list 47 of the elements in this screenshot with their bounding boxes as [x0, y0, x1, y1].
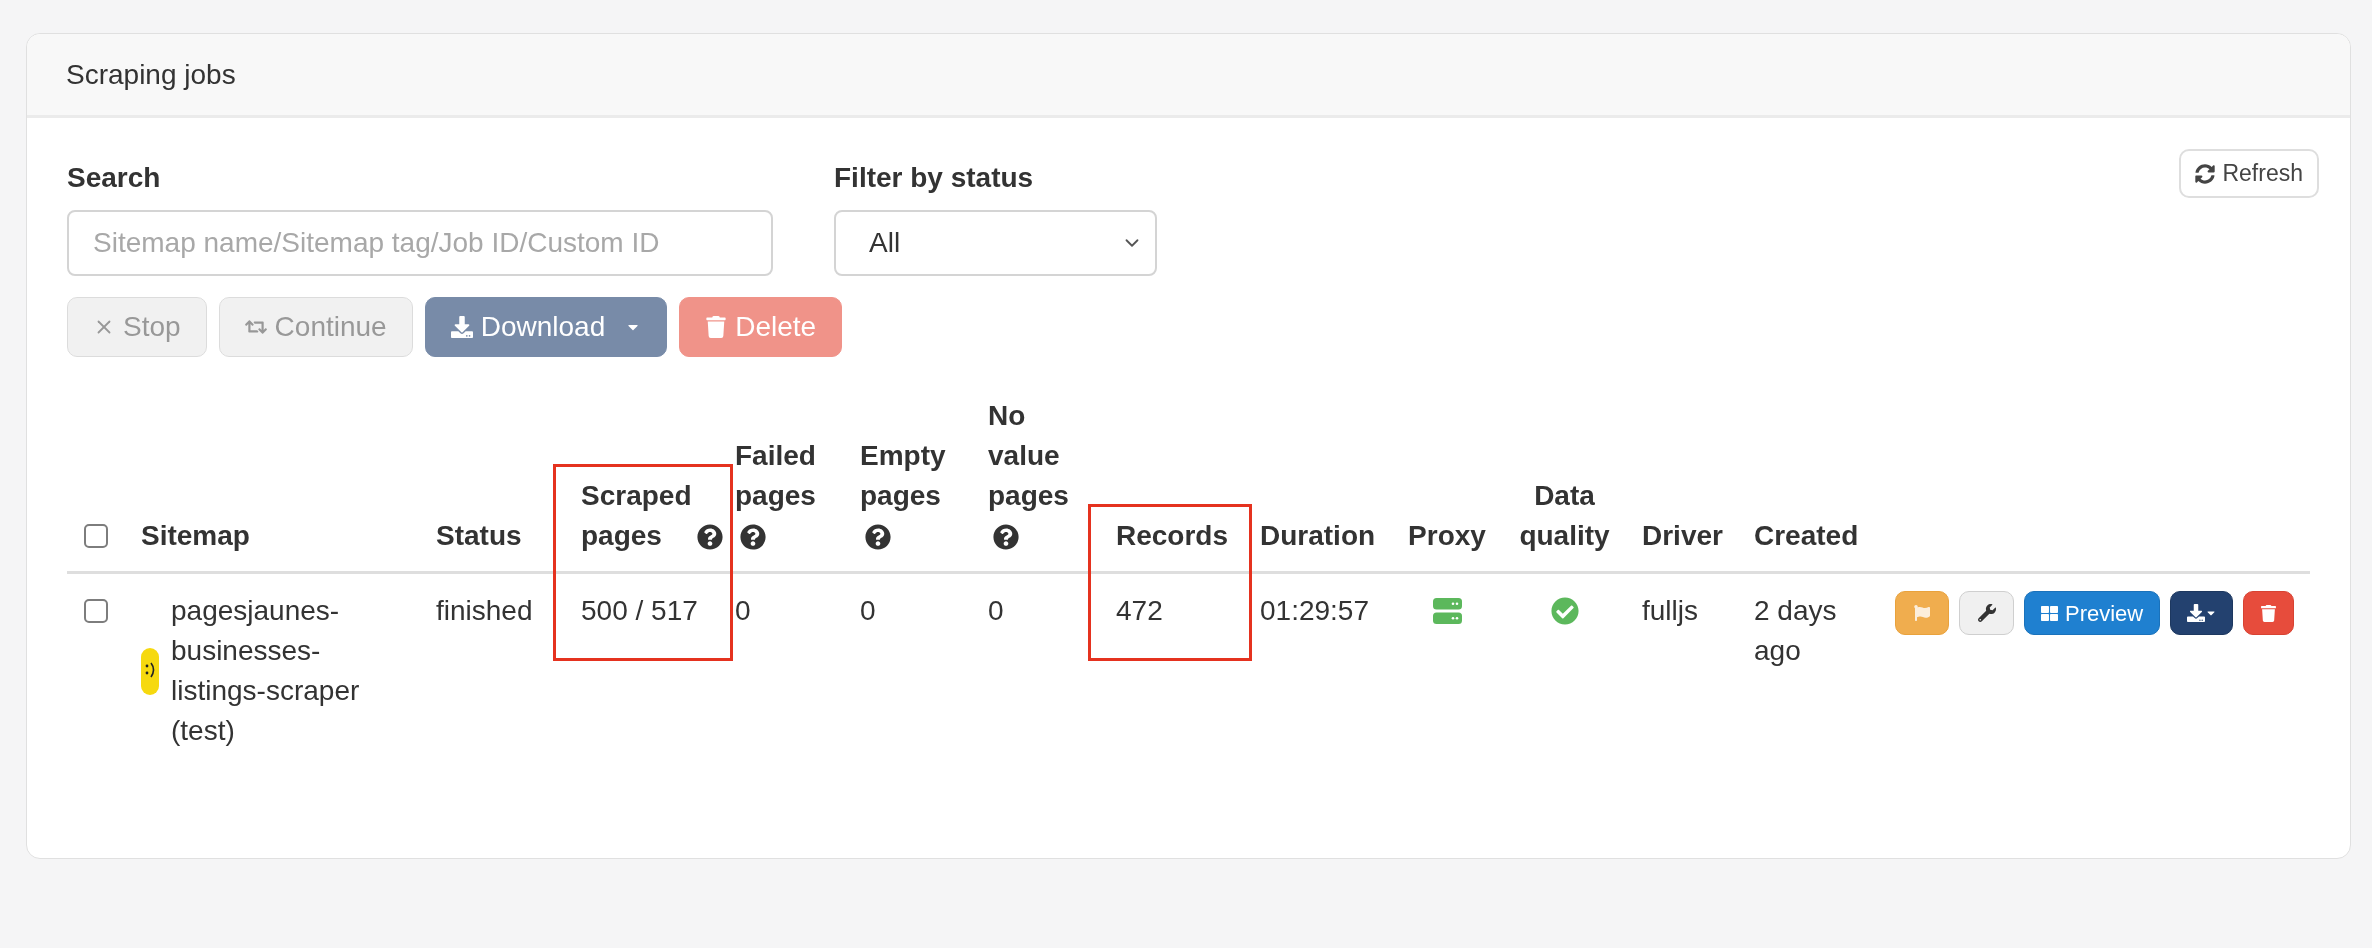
field-label: Search — [67, 161, 162, 195]
table-cell: 0 — [860, 595, 876, 626]
table-cell: 472 — [1116, 595, 1163, 626]
table-cell: 01:29:57 — [1260, 595, 1369, 626]
download-icon — [2186, 604, 2205, 622]
sitemap-name: pagesjaunes-businesses-listings-scraper (test) — [171, 594, 361, 748]
column-header: Duration — [1260, 520, 1376, 551]
table-cell: 0 — [988, 595, 1004, 626]
table-cell: fulljs — [1642, 595, 1698, 626]
column-header: Empty pages — [860, 439, 946, 513]
table-cell: 500 / 517 — [581, 595, 698, 626]
refresh-icon — [2195, 163, 2216, 184]
field-label: Filter by status — [834, 161, 1035, 195]
refresh-button[interactable]: Refresh — [2179, 149, 2319, 198]
column-header: Records — [1116, 520, 1229, 551]
table-cell: 0 — [735, 595, 751, 626]
download-button[interactable] — [2170, 591, 2234, 635]
column-header: Data quality — [1519, 480, 1610, 551]
delete-button[interactable] — [2243, 591, 2295, 635]
checkbox[interactable] — [84, 599, 108, 623]
trash-icon — [2260, 604, 2278, 622]
flag-icon — [1914, 605, 1930, 621]
help-icon[interactable] — [865, 524, 891, 550]
column-header: No value pages — [988, 399, 1069, 513]
table-cell: 2 days ago — [1754, 595, 1837, 666]
table-cell: finished — [436, 595, 533, 626]
column-header: Sitemap — [141, 520, 250, 551]
checkbox[interactable] — [84, 524, 108, 548]
settings-button[interactable] — [1959, 591, 2014, 635]
search-field[interactable]: Sitemap name/Sitemap tag/Job ID/Custom ID — [67, 210, 773, 276]
help-icon[interactable] — [696, 524, 723, 550]
column-header: Scraped pages — [581, 479, 692, 553]
status-select[interactable]: All — [834, 210, 1157, 276]
preview-button[interactable]: Preview — [2024, 591, 2161, 635]
panel-title: Scraping jobs — [66, 57, 236, 92]
column-header: Driver — [1642, 520, 1723, 551]
grid-icon — [2041, 604, 2058, 622]
column-header: Proxy — [1408, 520, 1486, 551]
column-header: Created — [1754, 520, 1859, 551]
column-header: Failed pages — [735, 439, 816, 513]
download-icon — [450, 316, 473, 338]
smiley-badge-icon — [141, 647, 159, 695]
trash-icon — [705, 316, 728, 338]
help-icon[interactable] — [740, 524, 766, 550]
help-icon[interactable] — [993, 524, 1019, 550]
wrench-icon — [1977, 604, 1996, 622]
column-header: Status — [436, 520, 522, 551]
